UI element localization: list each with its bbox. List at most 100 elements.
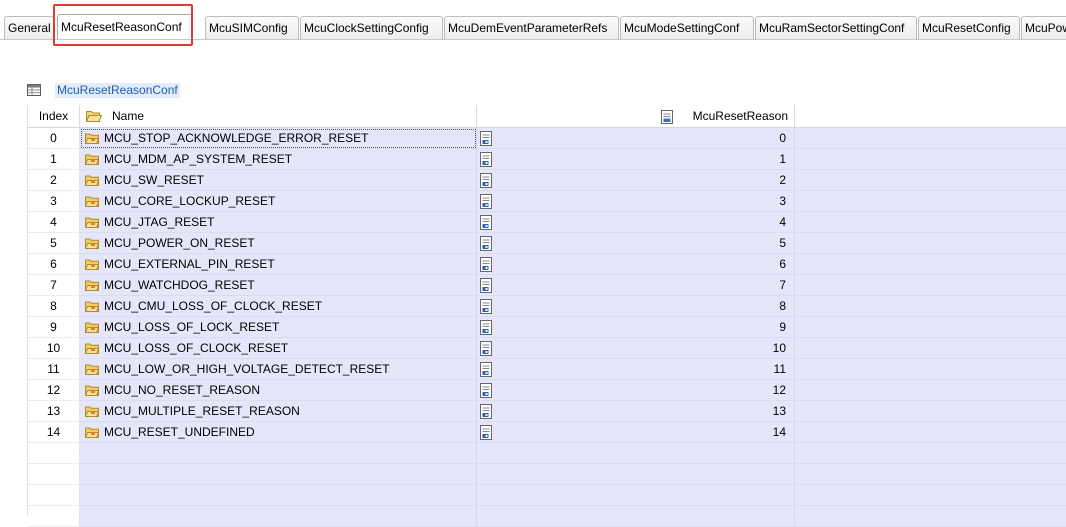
row-value-cell[interactable]: 1	[477, 149, 795, 170]
row-name-cell[interactable]: MCU_LOW_OR_HIGH_VOLTAGE_DETECT_RESET	[80, 359, 477, 380]
table-row[interactable]: 9 MCU_LOSS_OF_LOCK_RESET 9	[28, 317, 1066, 338]
row-filler	[795, 233, 1066, 254]
empty-filler	[795, 506, 1066, 527]
empty-value-cell	[477, 464, 795, 485]
row-value-cell[interactable]: 11	[477, 359, 795, 380]
row-value-cell[interactable]: 5	[477, 233, 795, 254]
row-name-cell[interactable]: MCU_WATCHDOG_RESET	[80, 275, 477, 296]
row-value-cell[interactable]: 0	[477, 128, 795, 149]
folder-icon	[85, 406, 99, 417]
row-value: 2	[779, 173, 786, 187]
section-title-link[interactable]: McuResetReasonConf	[55, 82, 180, 98]
table-row[interactable]: 13 MCU_MULTIPLE_RESET_REASON 13	[28, 401, 1066, 422]
tab-mcu-mode-setting-conf[interactable]: McuModeSettingConf	[620, 16, 754, 39]
parameter-value-icon	[480, 173, 492, 188]
tab-mcu-sim-config[interactable]: McuSIMConfig	[205, 16, 299, 39]
tab-mcu-pow[interactable]: McuPow	[1021, 16, 1066, 39]
table-row[interactable]: 4 MCU_JTAG_RESET 4	[28, 212, 1066, 233]
table-row[interactable]: 14 MCU_RESET_UNDEFINED 14	[28, 422, 1066, 443]
tab-bar: General McuResetReasonConf McuSIMConfig …	[0, 0, 1066, 44]
tab-general[interactable]: General	[4, 16, 54, 39]
row-filler	[795, 338, 1066, 359]
table-row[interactable]: 7 MCU_WATCHDOG_RESET 7	[28, 275, 1066, 296]
tab-mcu-dem-event-parameter-refs[interactable]: McuDemEventParameterRefs	[444, 16, 619, 39]
row-filler	[795, 296, 1066, 317]
row-value-cell[interactable]: 9	[477, 317, 795, 338]
row-value-cell[interactable]: 7	[477, 275, 795, 296]
header-name[interactable]: Name	[80, 105, 477, 127]
table-row[interactable]: 11 MCU_LOW_OR_HIGH_VOLTAGE_DETECT_RESET 11	[28, 359, 1066, 380]
empty-value-cell	[477, 506, 795, 527]
row-filler	[795, 191, 1066, 212]
row-name: MCU_NO_RESET_REASON	[104, 383, 261, 397]
empty-index	[28, 443, 80, 464]
row-index: 2	[28, 170, 80, 191]
row-name-cell[interactable]: MCU_POWER_ON_RESET	[80, 233, 477, 254]
row-value-cell[interactable]: 2	[477, 170, 795, 191]
row-value-cell[interactable]: 4	[477, 212, 795, 233]
row-name-cell[interactable]: MCU_LOSS_OF_CLOCK_RESET	[80, 338, 477, 359]
row-name-cell[interactable]: MCU_CORE_LOCKUP_RESET	[80, 191, 477, 212]
empty-name-cell	[80, 506, 477, 527]
header-mcu-reset-reason[interactable]: McuResetReason	[477, 105, 795, 127]
row-name-cell[interactable]: MCU_JTAG_RESET	[80, 212, 477, 233]
row-value: 5	[779, 236, 786, 250]
header-index[interactable]: Index	[28, 105, 80, 127]
row-name: MCU_STOP_ACKNOWLEDGE_ERROR_RESET	[104, 131, 369, 145]
row-name-cell[interactable]: MCU_LOSS_OF_LOCK_RESET	[80, 317, 477, 338]
empty-index	[28, 506, 80, 527]
folder-icon	[85, 301, 99, 312]
empty-filler	[795, 464, 1066, 485]
tab-mcu-ram-sector-setting-conf[interactable]: McuRamSectorSettingConf	[755, 16, 917, 39]
row-value-cell[interactable]: 14	[477, 422, 795, 443]
tab-mcu-clock-setting-config[interactable]: McuClockSettingConfig	[300, 16, 443, 39]
header-filler	[795, 105, 1066, 127]
table-row[interactable]: 10 MCU_LOSS_OF_CLOCK_RESET 10	[28, 338, 1066, 359]
row-filler	[795, 254, 1066, 275]
table-row[interactable]: 2 MCU_SW_RESET 2	[28, 170, 1066, 191]
table-row[interactable]: 1 MCU_MDM_AP_SYSTEM_RESET 1	[28, 149, 1066, 170]
row-index: 11	[28, 359, 80, 380]
row-name-cell[interactable]: MCU_MULTIPLE_RESET_REASON	[80, 401, 477, 422]
row-name-cell[interactable]: MCU_SW_RESET	[80, 170, 477, 191]
row-value-cell[interactable]: 3	[477, 191, 795, 212]
row-index: 9	[28, 317, 80, 338]
table-row[interactable]: 0 MCU_STOP_ACKNOWLEDGE_ERROR_RESET 0	[28, 128, 1066, 149]
row-name: MCU_SW_RESET	[104, 173, 205, 187]
row-value-cell[interactable]: 13	[477, 401, 795, 422]
row-value-cell[interactable]: 8	[477, 296, 795, 317]
row-value-cell[interactable]: 12	[477, 380, 795, 401]
empty-row	[28, 464, 1066, 485]
parameter-value-icon	[480, 320, 492, 335]
row-name-cell[interactable]: MCU_NO_RESET_REASON	[80, 380, 477, 401]
row-index: 3	[28, 191, 80, 212]
row-name-cell[interactable]: MCU_STOP_ACKNOWLEDGE_ERROR_RESET	[80, 128, 477, 149]
table-row[interactable]: 6 MCU_EXTERNAL_PIN_RESET 6	[28, 254, 1066, 275]
row-value-cell[interactable]: 10	[477, 338, 795, 359]
row-name-cell[interactable]: MCU_RESET_UNDEFINED	[80, 422, 477, 443]
row-index: 10	[28, 338, 80, 359]
folder-icon	[85, 427, 99, 438]
table-row[interactable]: 8 MCU_CMU_LOSS_OF_CLOCK_RESET 8	[28, 296, 1066, 317]
table-row[interactable]: 12 MCU_NO_RESET_REASON 12	[28, 380, 1066, 401]
empty-index	[28, 485, 80, 506]
tab-mcu-reset-config[interactable]: McuResetConfig	[918, 16, 1020, 39]
parameter-value-icon	[480, 383, 492, 398]
row-value: 11	[773, 362, 786, 376]
row-name: MCU_JTAG_RESET	[104, 215, 215, 229]
row-name-cell[interactable]: MCU_MDM_AP_SYSTEM_RESET	[80, 149, 477, 170]
table-row[interactable]: 3 MCU_CORE_LOCKUP_RESET 3	[28, 191, 1066, 212]
row-value-cell[interactable]: 6	[477, 254, 795, 275]
empty-filler	[795, 485, 1066, 506]
row-value: 10	[772, 341, 786, 355]
row-filler	[795, 170, 1066, 191]
row-name: MCU_LOW_OR_HIGH_VOLTAGE_DETECT_RESET	[104, 362, 390, 376]
row-name-cell[interactable]: MCU_EXTERNAL_PIN_RESET	[80, 254, 477, 275]
row-filler	[795, 359, 1066, 380]
table-row[interactable]: 5 MCU_POWER_ON_RESET 5	[28, 233, 1066, 254]
row-name: MCU_EXTERNAL_PIN_RESET	[104, 257, 275, 271]
table-header: Index Name McuResetReason	[28, 105, 1066, 128]
row-name-cell[interactable]: MCU_CMU_LOSS_OF_CLOCK_RESET	[80, 296, 477, 317]
tab-mcu-reset-reason-conf[interactable]: McuResetReasonConf	[57, 14, 193, 40]
row-index: 4	[28, 212, 80, 233]
